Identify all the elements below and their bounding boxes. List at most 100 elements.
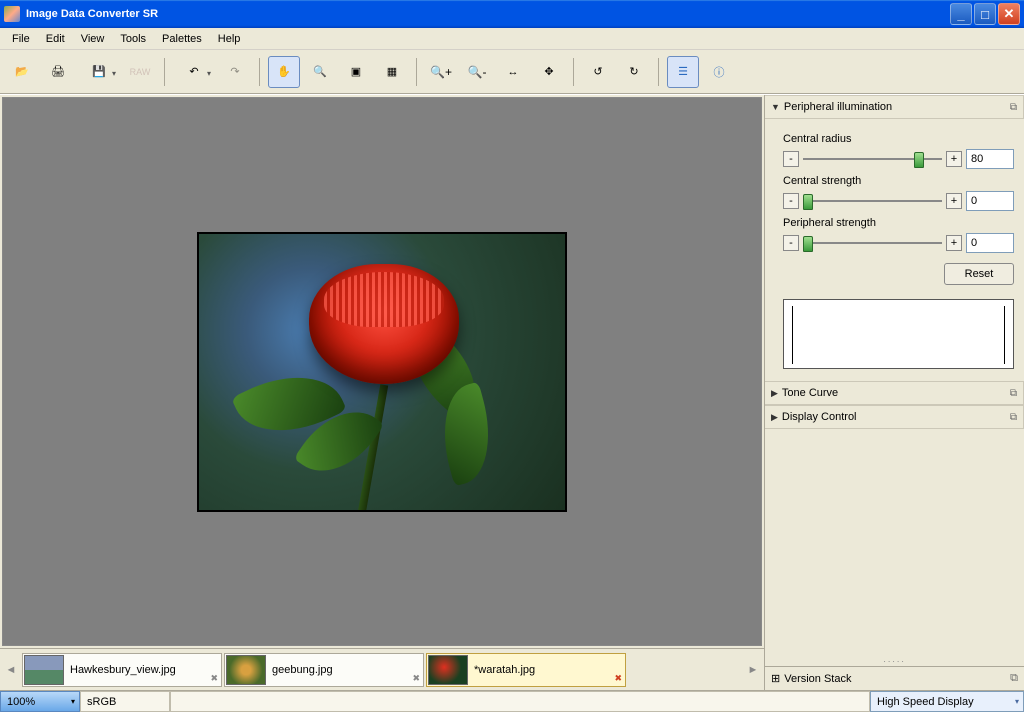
titlebar: Image Data Converter SR _ □ ✕: [0, 0, 1024, 28]
fit-width-icon: ↔: [508, 66, 519, 78]
grid-icon: ▦: [387, 65, 397, 78]
pan-tool-button[interactable]: ✋: [268, 56, 300, 88]
popout-icon[interactable]: ⧉: [1010, 412, 1017, 423]
adjustment-panel: ▼ Peripheral illumination ⧉ Central radi…: [764, 95, 1024, 690]
popout-icon[interactable]: ⧉: [1010, 388, 1017, 399]
rotate-right-icon: ↻: [629, 65, 638, 78]
panel-display-control-header[interactable]: ▶ Display Control ⧉: [765, 405, 1024, 429]
thumb-close-icon[interactable]: ✖: [412, 673, 420, 684]
zoom-in-button[interactable]: 🔍+: [425, 56, 457, 88]
maximize-button[interactable]: □: [974, 3, 996, 25]
popout-icon[interactable]: ⧉: [1010, 672, 1018, 685]
zoom-value: 100%: [7, 696, 35, 708]
open-button[interactable]: 📂: [6, 56, 38, 88]
thumb-close-icon[interactable]: ✖: [614, 673, 622, 684]
zoom-dropdown[interactable]: 100%: [0, 691, 80, 712]
peripheral-strength-label: Peripheral strength: [783, 217, 1014, 229]
thumb-tab-active[interactable]: *waratah.jpg ✖: [426, 653, 626, 687]
increase-button[interactable]: +: [946, 235, 962, 251]
close-button[interactable]: ✕: [998, 3, 1020, 25]
reset-button[interactable]: Reset: [944, 263, 1014, 285]
menu-palettes[interactable]: Palettes: [154, 31, 210, 47]
sliders-icon: ☰: [678, 65, 688, 78]
central-strength-slider[interactable]: [803, 192, 942, 210]
info-icon: ⓘ: [714, 64, 725, 80]
toolbar-separator: [658, 58, 659, 86]
decrease-button[interactable]: -: [783, 151, 799, 167]
status-spacer: [170, 691, 870, 712]
toolbar-separator: [259, 58, 260, 86]
save-button[interactable]: 💾: [78, 56, 120, 88]
increase-button[interactable]: +: [946, 151, 962, 167]
thumbnail-icon: [24, 655, 64, 685]
menu-edit[interactable]: Edit: [38, 31, 73, 47]
panel-peripheral-illumination-header[interactable]: ▼ Peripheral illumination ⧉: [765, 95, 1024, 119]
info-button[interactable]: ⓘ: [703, 56, 735, 88]
display-mode-value: High Speed Display: [877, 696, 974, 708]
magnifier-icon: 🔍: [313, 65, 327, 78]
menu-file[interactable]: File: [4, 31, 38, 47]
thumb-next-button[interactable]: ►: [744, 653, 762, 687]
stack-icon: ⊞: [771, 672, 780, 685]
histogram: [783, 299, 1014, 369]
raw-icon: RAW: [130, 67, 151, 77]
resize-grip[interactable]: ∙∙∙∙∙: [765, 656, 1024, 666]
printer-icon: 🖨: [51, 65, 65, 78]
colorspace-value: sRGB: [87, 696, 116, 708]
panel-tone-curve-header[interactable]: ▶ Tone Curve ⧉: [765, 381, 1024, 405]
display-mode-dropdown[interactable]: High Speed Display: [870, 691, 1024, 712]
zoom-in-icon: 🔍+: [430, 65, 452, 79]
central-strength-value[interactable]: [966, 191, 1014, 211]
expand-icon: ▶: [771, 412, 778, 423]
panel-title: Tone Curve: [782, 387, 838, 399]
thumb-filename: *waratah.jpg: [474, 664, 535, 676]
hand-icon: ✋: [277, 65, 291, 78]
redo-icon: ↷: [230, 65, 239, 78]
peripheral-strength-value[interactable]: [966, 233, 1014, 253]
expand-icon: ▶: [771, 388, 778, 399]
zoom-tool-button[interactable]: 🔍: [304, 56, 336, 88]
menu-view[interactable]: View: [73, 31, 113, 47]
image-canvas[interactable]: [2, 97, 762, 646]
toolbar: 📂 🖨 💾 RAW ↶ ↷ ✋ 🔍 ▣ ▦ 🔍+ 🔍- ↔ ✥ ↺ ↻ ☰ ⓘ: [0, 50, 1024, 94]
central-strength-label: Central strength: [783, 175, 1014, 187]
thumb-close-icon[interactable]: ✖: [210, 673, 218, 684]
version-stack-header[interactable]: ⊞ Version Stack ⧉: [765, 666, 1024, 690]
grid-button[interactable]: ▦: [376, 56, 408, 88]
image-preview: [197, 232, 567, 512]
actual-size-button[interactable]: ✥: [533, 56, 565, 88]
adjust-panel-button[interactable]: ☰: [667, 56, 699, 88]
central-radius-slider[interactable]: [803, 150, 942, 168]
colorspace-cell[interactable]: sRGB: [80, 691, 170, 712]
thumbnail-icon: [226, 655, 266, 685]
thumbnail-strip: ◄ Hawkesbury_view.jpg ✖ geebung.jpg ✖ *w…: [0, 648, 764, 690]
menu-help[interactable]: Help: [210, 31, 249, 47]
collapse-icon: ▼: [771, 102, 780, 112]
zoom-out-button[interactable]: 🔍-: [461, 56, 493, 88]
fit-width-button[interactable]: ↔: [497, 56, 529, 88]
fit-button[interactable]: ▣: [340, 56, 372, 88]
peripheral-strength-slider[interactable]: [803, 234, 942, 252]
thumb-tab[interactable]: Hawkesbury_view.jpg ✖: [22, 653, 222, 687]
toolbar-separator: [164, 58, 165, 86]
central-radius-label: Central radius: [783, 133, 1014, 145]
undo-button[interactable]: ↶: [173, 56, 215, 88]
rotate-left-button[interactable]: ↺: [582, 56, 614, 88]
popout-icon[interactable]: ⧉: [1010, 102, 1017, 113]
decrease-button[interactable]: -: [783, 193, 799, 209]
version-stack-label: Version Stack: [784, 673, 851, 685]
app-icon: [4, 6, 20, 22]
menu-tools[interactable]: Tools: [112, 31, 154, 47]
thumb-tab[interactable]: geebung.jpg ✖: [224, 653, 424, 687]
print-button[interactable]: 🖨: [42, 56, 74, 88]
increase-button[interactable]: +: [946, 193, 962, 209]
thumbnail-icon: [428, 655, 468, 685]
decrease-button[interactable]: -: [783, 235, 799, 251]
rotate-right-button[interactable]: ↻: [618, 56, 650, 88]
minimize-button[interactable]: _: [950, 3, 972, 25]
raw-button: RAW: [124, 56, 156, 88]
actual-size-icon: ✥: [544, 65, 553, 78]
thumb-prev-button[interactable]: ◄: [2, 653, 20, 687]
central-radius-value[interactable]: [966, 149, 1014, 169]
redo-button: ↷: [219, 56, 251, 88]
